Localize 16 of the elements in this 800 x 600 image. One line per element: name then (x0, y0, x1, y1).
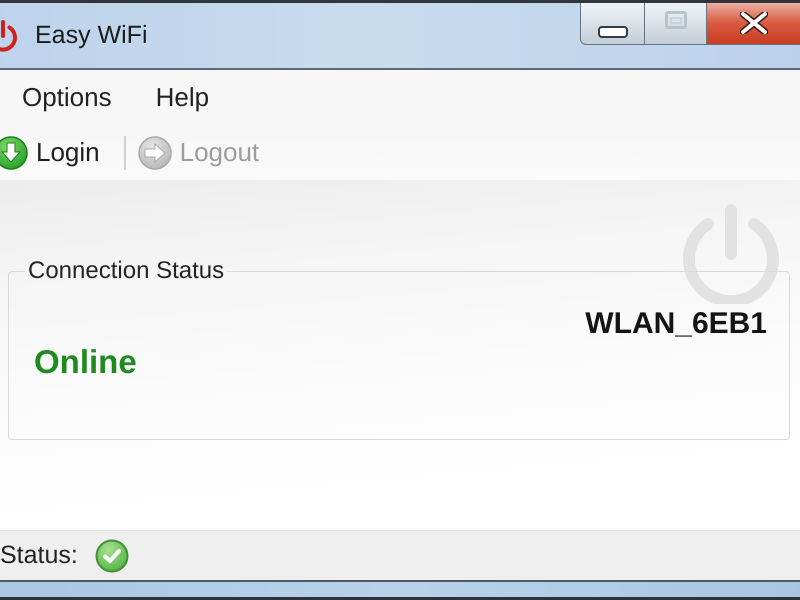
arrow-down-icon (0, 136, 28, 170)
group-title: Connection Status (27, 257, 226, 285)
minimize-icon (598, 26, 628, 38)
close-button[interactable] (707, 3, 800, 45)
status-label: Status: (0, 541, 78, 570)
minimize-button[interactable] (580, 3, 645, 45)
window-title: Easy WiFi (35, 21, 148, 50)
network-name: WLAN_6EB1 (585, 307, 767, 341)
menu-item[interactable]: Help (146, 78, 220, 117)
close-icon (740, 12, 768, 34)
connection-state: Online (34, 343, 137, 381)
menu-item[interactable]: Options (12, 78, 122, 117)
login-button[interactable]: Login (0, 134, 104, 172)
maximize-icon (664, 10, 686, 28)
power-symbol-icon (0, 18, 20, 52)
arrow-right-icon (138, 136, 172, 170)
